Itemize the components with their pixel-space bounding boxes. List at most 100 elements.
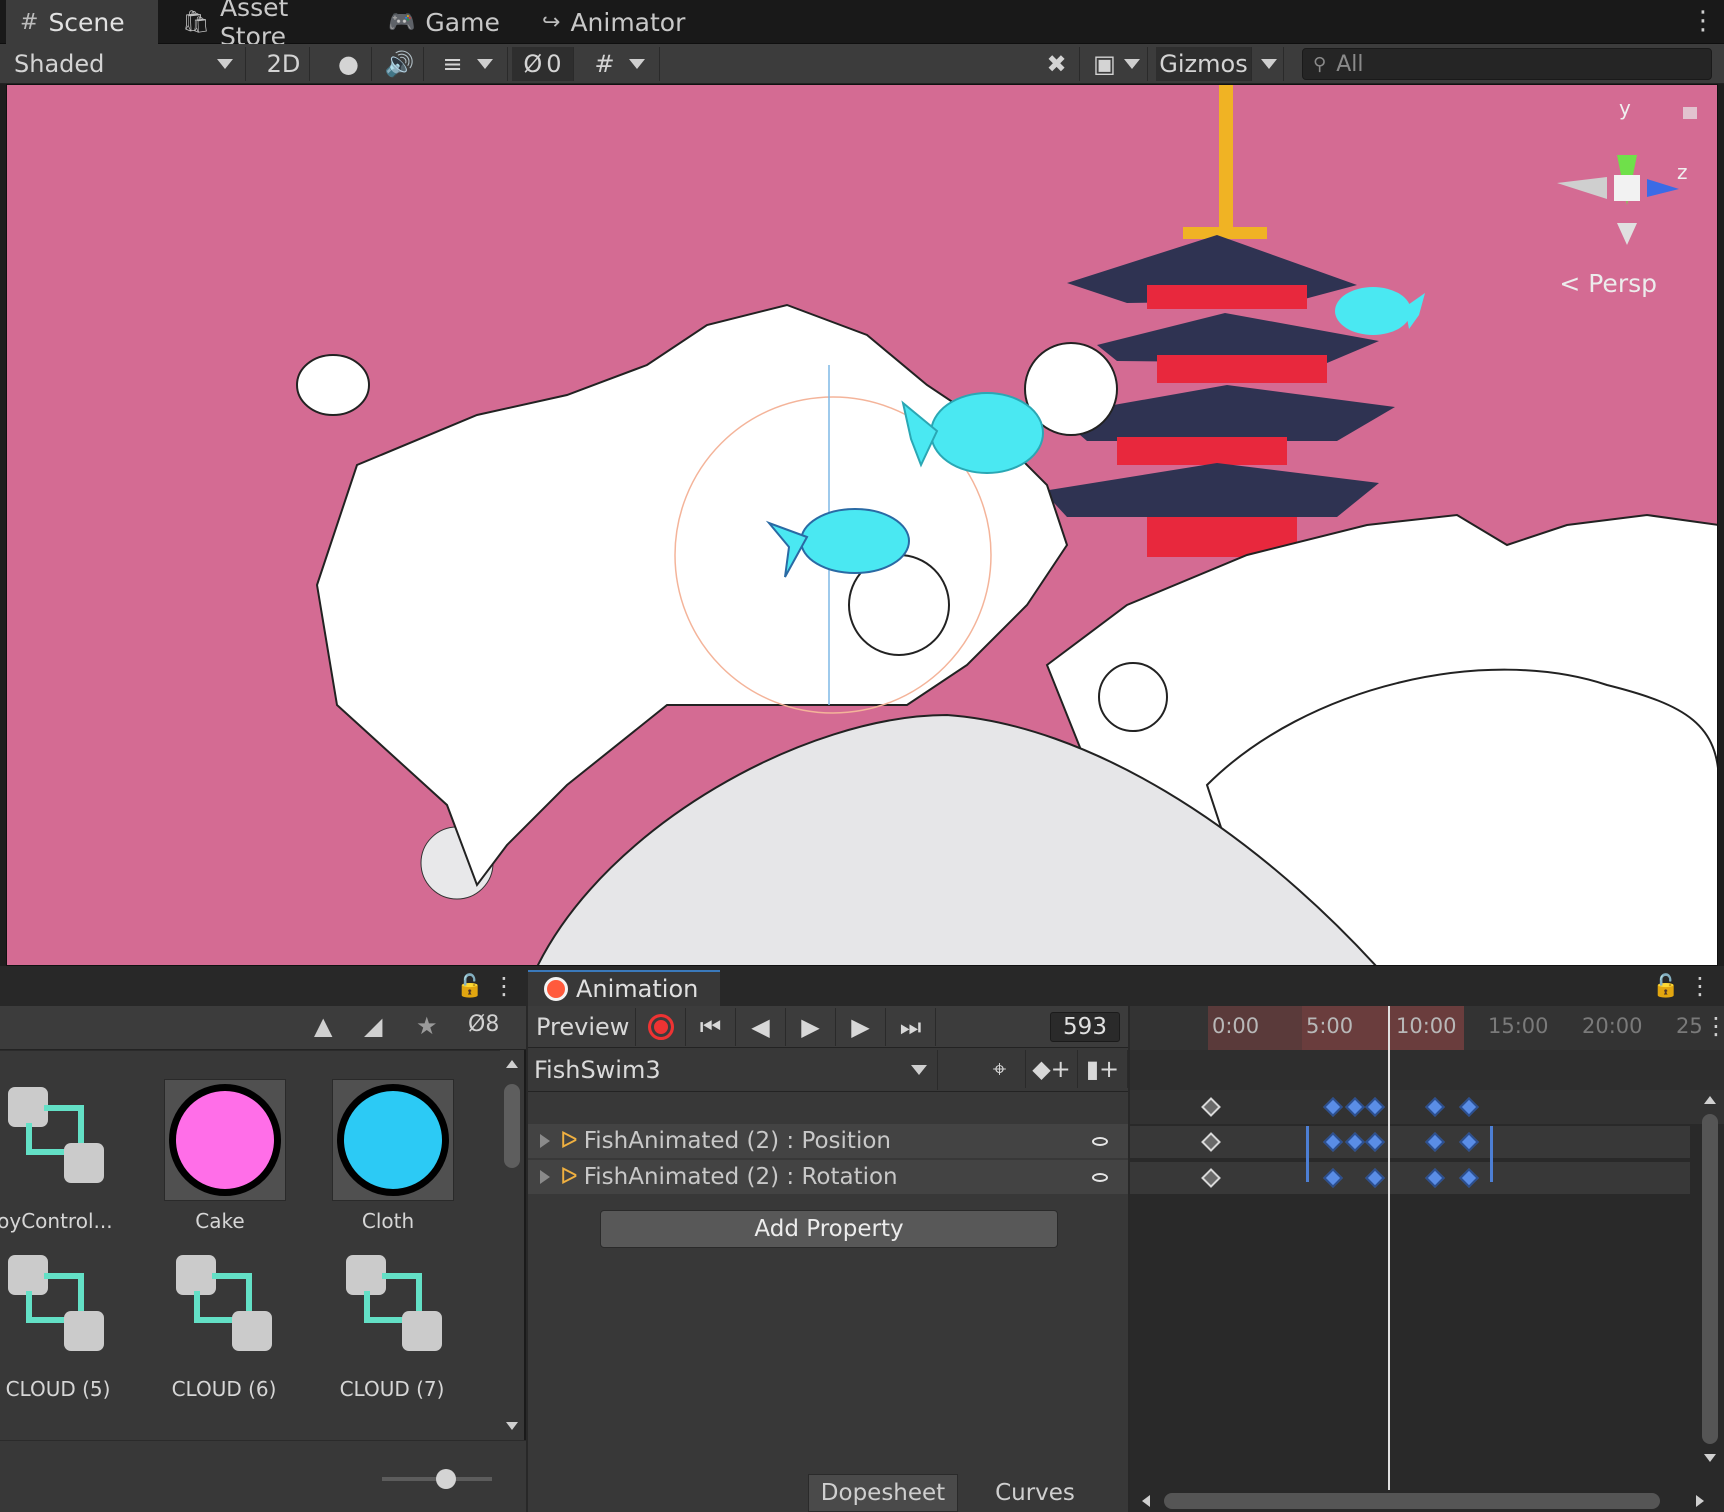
project-scrollbar[interactable] — [502, 1050, 522, 1440]
last-keyframe-button[interactable]: ⏭ — [886, 1008, 936, 1046]
filter-by-type-icon[interactable]: ▲ — [314, 1012, 332, 1040]
tab-curves[interactable]: Curves — [960, 1474, 1110, 1512]
animation-tab-bar: Animation 🔓 ⋮ — [528, 966, 1724, 1006]
lock-icon[interactable]: 🔓 — [1652, 974, 1679, 999]
scene-search-input[interactable]: ⚲ All — [1302, 48, 1712, 80]
scrollbar-thumb[interactable] — [504, 1084, 520, 1168]
more-options-icon[interactable]: ⋮ — [1688, 972, 1712, 1000]
add-event-button[interactable]: ▮+ — [1078, 1050, 1128, 1088]
camera-dropdown[interactable]: ▣ — [1086, 47, 1148, 81]
animator-controller-icon — [176, 1255, 276, 1355]
chevron-down-icon — [1123, 59, 1140, 69]
playback-controls: Preview ⏮ ◀ ▶ ▶ ⏭ 593 — [528, 1006, 1128, 1048]
material-thumbnail — [164, 1079, 286, 1201]
layers-icon: ≡ — [442, 50, 463, 78]
time-ruler[interactable]: 0:00 5:00 10:00 15:00 20:00 25 ⋮ — [1130, 1006, 1724, 1050]
tab-asset-store[interactable]: 🛍 Asset Store — [168, 0, 358, 51]
tab-dopesheet[interactable]: Dopesheet — [808, 1474, 958, 1512]
projection-toggle[interactable]: < Persp — [1559, 269, 1657, 298]
timeline-horizontal-scrollbar[interactable] — [1136, 1490, 1716, 1512]
property-row[interactable]: ᐅ FishAnimated (2) : Position — [528, 1124, 1128, 1158]
lock-icon[interactable]: 🔓 — [456, 974, 483, 999]
selection-bound-right[interactable] — [1490, 1126, 1493, 1182]
scroll-right-icon[interactable] — [1696, 1495, 1704, 1507]
tab-scene[interactable]: # Scene — [6, 0, 158, 44]
add-keyframe-button[interactable]: ◆+ — [1026, 1050, 1078, 1088]
lighting-toggle[interactable]: ● — [326, 47, 372, 81]
svg-text:z: z — [1677, 160, 1688, 184]
more-options-icon[interactable]: ⋮ — [492, 972, 516, 1000]
gizmos-button[interactable]: Gizmos — [1156, 47, 1252, 81]
speaker-icon: 🔊 — [384, 50, 415, 78]
next-keyframe-button[interactable]: ▶ — [836, 1008, 886, 1046]
scrollbar-thumb[interactable] — [1164, 1493, 1660, 1509]
orientation-gizmo[interactable]: y z — [1557, 96, 1688, 245]
toggle-visibility-icon[interactable] — [1092, 1172, 1108, 1182]
slider-handle[interactable] — [436, 1469, 456, 1489]
cloud-puff — [296, 354, 370, 416]
scroll-up-icon[interactable] — [1704, 1096, 1716, 1104]
tab-animator[interactable]: ↪ Animator — [528, 0, 698, 44]
next-frame-icon: ▶ — [851, 1013, 870, 1041]
preview-toggle[interactable]: Preview — [528, 1008, 636, 1046]
first-keyframe-button[interactable]: ⏮ — [686, 1008, 736, 1046]
more-options-icon[interactable]: ⋮ — [1704, 1012, 1724, 1040]
record-button[interactable] — [636, 1008, 686, 1046]
chevron-down-icon — [217, 59, 233, 69]
previous-frame-icon: ◀ — [751, 1013, 770, 1041]
asset-grid: BoyControl... Cake Cloth — [0, 1050, 500, 1440]
play-button[interactable]: ▶ — [786, 1008, 836, 1046]
audio-toggle[interactable]: 🔊 — [376, 47, 424, 81]
expand-arrow-icon[interactable] — [540, 1134, 550, 1148]
scroll-down-icon[interactable] — [506, 1422, 518, 1430]
lock-icon[interactable] — [1683, 107, 1697, 119]
project-toolbar: ▲ ◢ ★ Ø8 — [0, 1006, 526, 1085]
cloud-puff — [1098, 662, 1168, 732]
gamepad-icon: 🎮 — [388, 9, 416, 35]
animator-controller-icon — [8, 1255, 108, 1355]
tab-animation[interactable]: Animation — [528, 970, 720, 1006]
toggle-2d-button[interactable]: 2D — [258, 47, 310, 81]
project-footer — [0, 1440, 526, 1512]
search-icon: ⚲ — [1313, 53, 1327, 75]
grid-dropdown[interactable]: # — [580, 47, 660, 81]
hidden-packages-toggle[interactable]: Ø8 — [468, 1012, 499, 1037]
clip-dropdown[interactable]: FishSwim3 — [528, 1050, 938, 1090]
previous-keyframe-button[interactable]: ◀ — [736, 1008, 786, 1046]
favorites-icon[interactable]: ★ — [416, 1012, 438, 1040]
effects-dropdown[interactable]: ≡ — [428, 47, 508, 81]
filter-selection-button[interactable]: ⌖ — [974, 1050, 1026, 1088]
svg-text:y: y — [1619, 96, 1631, 120]
scene-viewport[interactable]: y z < Persp — [6, 84, 1718, 966]
add-property-button[interactable]: Add Property — [600, 1210, 1058, 1248]
play-icon: ▶ — [801, 1013, 820, 1041]
scroll-down-icon[interactable] — [1704, 1454, 1716, 1462]
more-options-icon[interactable]: ⋮ — [1690, 6, 1716, 36]
gizmos-dropdown[interactable] — [1254, 47, 1284, 81]
playhead[interactable] — [1388, 1006, 1390, 1490]
shading-mode-dropdown[interactable]: Shaded — [2, 47, 246, 81]
timeline-vertical-scrollbar[interactable] — [1700, 1090, 1720, 1470]
scroll-up-icon[interactable] — [506, 1060, 518, 1068]
shopping-bag-icon: 🛍 — [182, 9, 210, 35]
tab-game[interactable]: 🎮 Game — [374, 0, 506, 44]
frame-input[interactable]: 593 — [1050, 1012, 1120, 1042]
toggle-visibility-icon[interactable] — [1092, 1136, 1108, 1146]
property-row[interactable]: ᐅ FishAnimated (2) : Rotation — [528, 1160, 1128, 1194]
scroll-left-icon[interactable] — [1142, 1495, 1150, 1507]
scene-visibility-toggle[interactable]: Ø 0 — [512, 47, 574, 81]
scrollbar-thumb[interactable] — [1702, 1114, 1718, 1444]
tools-button[interactable]: ✖ — [1034, 47, 1080, 81]
selection-bound-left[interactable] — [1306, 1126, 1309, 1182]
expand-arrow-icon[interactable] — [540, 1170, 550, 1184]
chevron-down-icon — [476, 59, 493, 69]
clip-row: FishSwim3 ⌖ ◆+ ▮+ — [528, 1048, 1128, 1092]
dopesheet-timeline[interactable]: 0:00 5:00 10:00 15:00 20:00 25 ⋮ — [1130, 1006, 1724, 1512]
filter-by-label-icon[interactable]: ◢ — [364, 1012, 382, 1040]
animator-icon: ↪ — [542, 9, 561, 35]
project-panel: 🔓 ⋮ ▲ ◢ ★ Ø8 oyControl... Cake Cloth CLO… — [0, 966, 526, 1512]
material-thumbnail — [332, 1079, 454, 1201]
lightbulb-icon: ● — [338, 50, 359, 78]
grid-icon: # — [20, 9, 39, 35]
material-preview-sphere — [337, 1084, 449, 1196]
